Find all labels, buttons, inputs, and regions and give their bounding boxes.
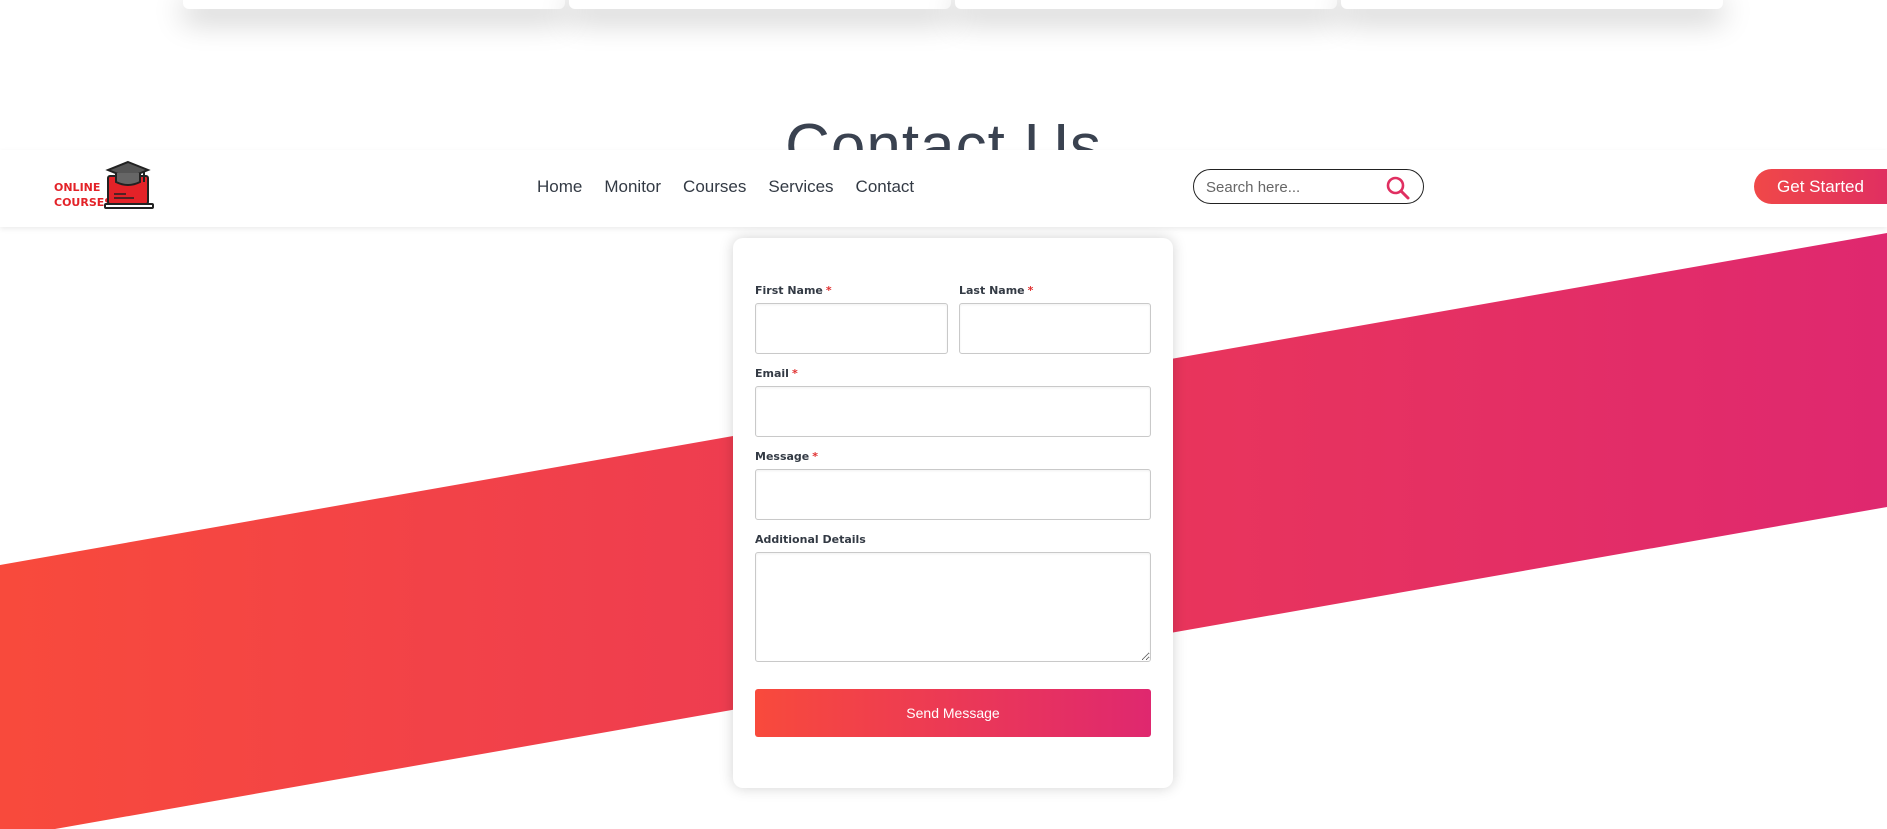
message-label-text: Message <box>755 450 810 463</box>
section-heading: Contact Us <box>0 112 1887 150</box>
navbar: ONLINE COURSES Home Monitor Courses Serv… <box>0 150 1887 227</box>
email-label: Email * <box>755 367 798 380</box>
search-box <box>1193 169 1424 204</box>
course-cards-strip <box>183 0 1723 9</box>
nav-item-contact[interactable]: Contact <box>856 177 915 197</box>
nav-item-home[interactable]: Home <box>537 177 582 197</box>
additional-details-label: Additional Details <box>755 533 866 546</box>
site-logo[interactable]: ONLINE COURSES <box>54 158 154 209</box>
contact-form-card: First Name * Last Name * Email * Message * A… <box>733 238 1173 788</box>
first-name-label-text: First Name <box>755 284 823 297</box>
search-input[interactable] <box>1206 177 1381 197</box>
main-nav: Home Monitor Courses Services Contact <box>537 177 936 197</box>
required-marker: * <box>791 367 798 380</box>
course-card <box>955 0 1337 9</box>
required-marker: * <box>812 450 819 463</box>
last-name-label: Last Name * <box>959 284 1033 297</box>
course-card <box>183 0 565 9</box>
graduation-cap-laptop-icon <box>104 160 154 209</box>
nav-item-services[interactable]: Services <box>768 177 833 197</box>
first-name-label: First Name * <box>755 284 832 297</box>
message-field[interactable] <box>755 469 1151 520</box>
send-message-button[interactable]: Send Message <box>755 689 1151 737</box>
contact-heading: Contact Us <box>785 112 1102 150</box>
get-started-button[interactable]: Get Started <box>1754 169 1887 204</box>
message-label: Message * <box>755 450 818 463</box>
first-name-field[interactable] <box>755 303 948 354</box>
nav-item-monitor[interactable]: Monitor <box>604 177 661 197</box>
additional-details-textarea[interactable] <box>755 552 1151 662</box>
course-card <box>1341 0 1723 9</box>
last-name-field[interactable] <box>959 303 1151 354</box>
last-name-label-text: Last Name <box>959 284 1025 297</box>
search-icon[interactable] <box>1385 175 1411 201</box>
required-marker: * <box>1027 284 1034 297</box>
course-card <box>569 0 951 9</box>
email-field[interactable] <box>755 386 1151 437</box>
email-label-text: Email <box>755 367 789 380</box>
required-marker: * <box>825 284 832 297</box>
nav-item-courses[interactable]: Courses <box>683 177 746 197</box>
